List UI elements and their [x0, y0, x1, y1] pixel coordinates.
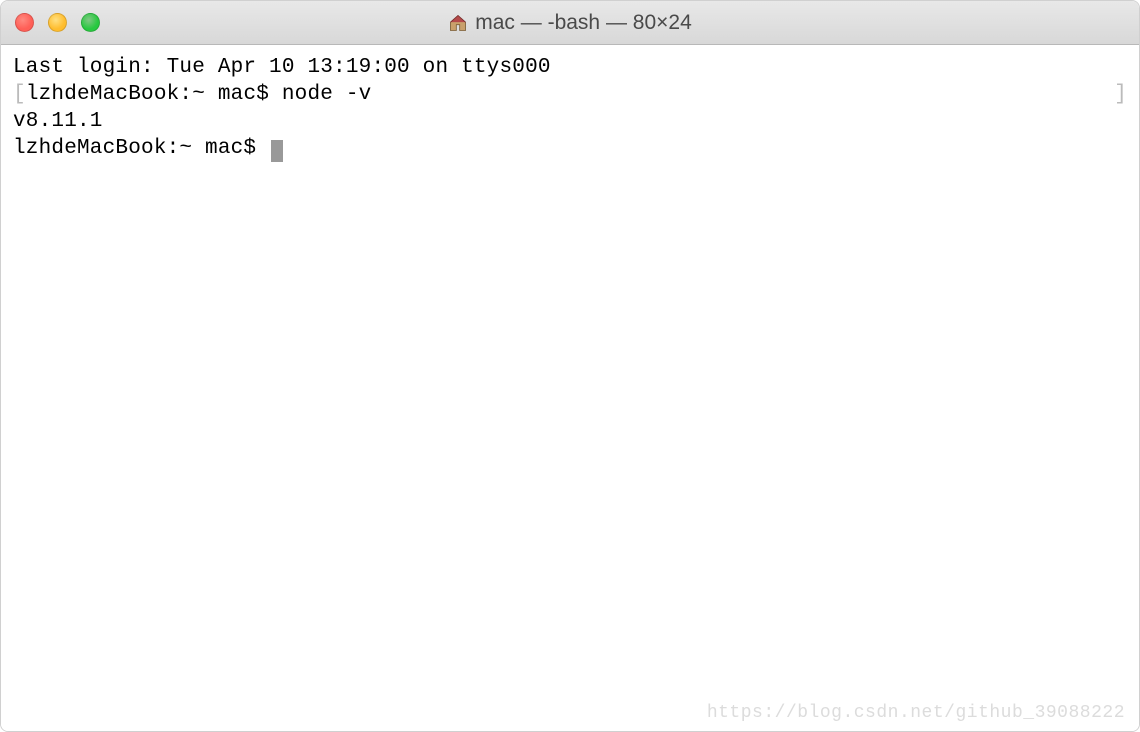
- watermark: https://blog.csdn.net/github_39088222: [707, 702, 1125, 725]
- prompt-2: lzhdeMacBook:~ mac$: [13, 136, 269, 163]
- window-title-area: mac — -bash — 80×24: [1, 11, 1139, 35]
- cursor: [271, 140, 283, 162]
- traffic-lights: [15, 13, 100, 32]
- home-icon: [448, 13, 468, 33]
- window-title: mac — -bash — 80×24: [475, 11, 692, 35]
- titlebar[interactable]: mac — -bash — 80×24: [1, 1, 1139, 45]
- close-button[interactable]: [15, 13, 34, 32]
- prompt-line-2: lzhdeMacBook:~ mac$: [13, 136, 1127, 163]
- bracket-left: [: [13, 82, 26, 109]
- terminal-window: mac — -bash — 80×24 Last login: Tue Apr …: [0, 0, 1140, 732]
- terminal-content[interactable]: Last login: Tue Apr 10 13:19:00 on ttys0…: [1, 45, 1139, 731]
- prompt-1: lzhdeMacBook:~ mac$: [26, 83, 282, 106]
- last-login-line: Last login: Tue Apr 10 13:19:00 on ttys0…: [13, 55, 1127, 82]
- maximize-button[interactable]: [81, 13, 100, 32]
- bracket-right: ]: [1114, 82, 1127, 109]
- command-1: node -v: [282, 83, 372, 106]
- minimize-button[interactable]: [48, 13, 67, 32]
- prompt-line-1: [lzhdeMacBook:~ mac$ node -v]: [13, 82, 1127, 109]
- output-line-1: v8.11.1: [13, 109, 1127, 136]
